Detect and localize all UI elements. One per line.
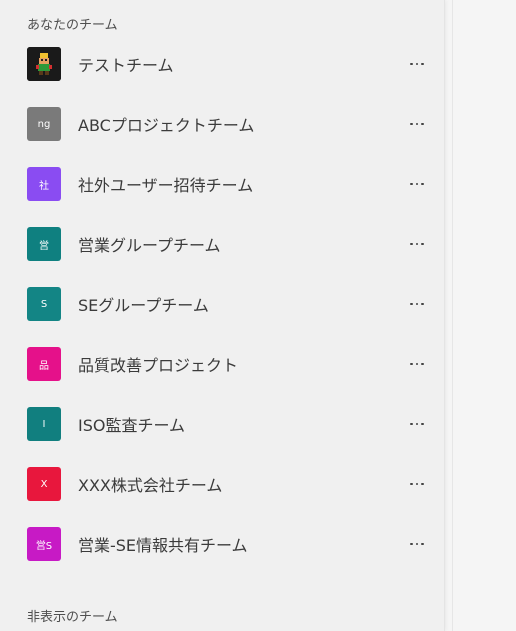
- team-avatar: S: [27, 287, 61, 321]
- team-item-test[interactable]: テストチーム: [0, 34, 444, 94]
- team-name: ABCプロジェクトチーム: [78, 116, 255, 135]
- team-avatar: 営: [27, 227, 61, 261]
- team-avatar: [27, 47, 61, 81]
- more-options-icon[interactable]: [404, 114, 430, 134]
- more-options-icon[interactable]: [404, 234, 430, 254]
- pixel-character-icon: [27, 47, 61, 81]
- more-options-icon[interactable]: [404, 54, 430, 74]
- content-area: [452, 0, 516, 631]
- more-options-icon[interactable]: [404, 174, 430, 194]
- team-list: テストチーム ng ABCプロジェクトチーム 社 社外ユーザー招待チーム 営 営…: [0, 34, 444, 574]
- team-item-xxx-corp[interactable]: X XXX株式会社チーム: [0, 454, 444, 514]
- team-avatar: 品: [27, 347, 61, 381]
- more-options-icon[interactable]: [404, 534, 430, 554]
- team-name: 営業-SE情報共有チーム: [78, 536, 248, 555]
- team-avatar: 社: [27, 167, 61, 201]
- team-avatar: X: [27, 467, 61, 501]
- team-item-abc-project[interactable]: ng ABCプロジェクトチーム: [0, 94, 444, 154]
- team-avatar: 営S: [27, 527, 61, 561]
- more-options-icon[interactable]: [404, 474, 430, 494]
- team-name: XXX株式会社チーム: [78, 476, 223, 495]
- teams-panel: あなたのチーム テストチーム ng ABCプロジェクトチーム 社 社外ユーザー招…: [0, 0, 445, 631]
- team-name: 営業グループチーム: [78, 236, 221, 255]
- hidden-teams-heading: 非表示のチーム: [27, 610, 118, 625]
- team-avatar: ng: [27, 107, 61, 141]
- team-item-sales-group[interactable]: 営 営業グループチーム: [0, 214, 444, 274]
- team-avatar: I: [27, 407, 61, 441]
- team-name: SEグループチーム: [78, 296, 209, 315]
- team-name: テストチーム: [78, 56, 174, 75]
- more-options-icon[interactable]: [404, 414, 430, 434]
- team-item-se-group[interactable]: S SEグループチーム: [0, 274, 444, 334]
- team-item-iso-audit[interactable]: I ISO監査チーム: [0, 394, 444, 454]
- team-name: 社外ユーザー招待チーム: [78, 176, 254, 195]
- more-options-icon[interactable]: [404, 354, 430, 374]
- team-item-sales-se-share[interactable]: 営S 営業-SE情報共有チーム: [0, 514, 444, 574]
- more-options-icon[interactable]: [404, 294, 430, 314]
- team-name: 品質改善プロジェクト: [78, 356, 239, 375]
- team-item-quality-project[interactable]: 品 品質改善プロジェクト: [0, 334, 444, 394]
- team-item-external-invite[interactable]: 社 社外ユーザー招待チーム: [0, 154, 444, 214]
- your-teams-heading: あなたのチーム: [27, 18, 118, 33]
- team-name: ISO監査チーム: [78, 416, 185, 435]
